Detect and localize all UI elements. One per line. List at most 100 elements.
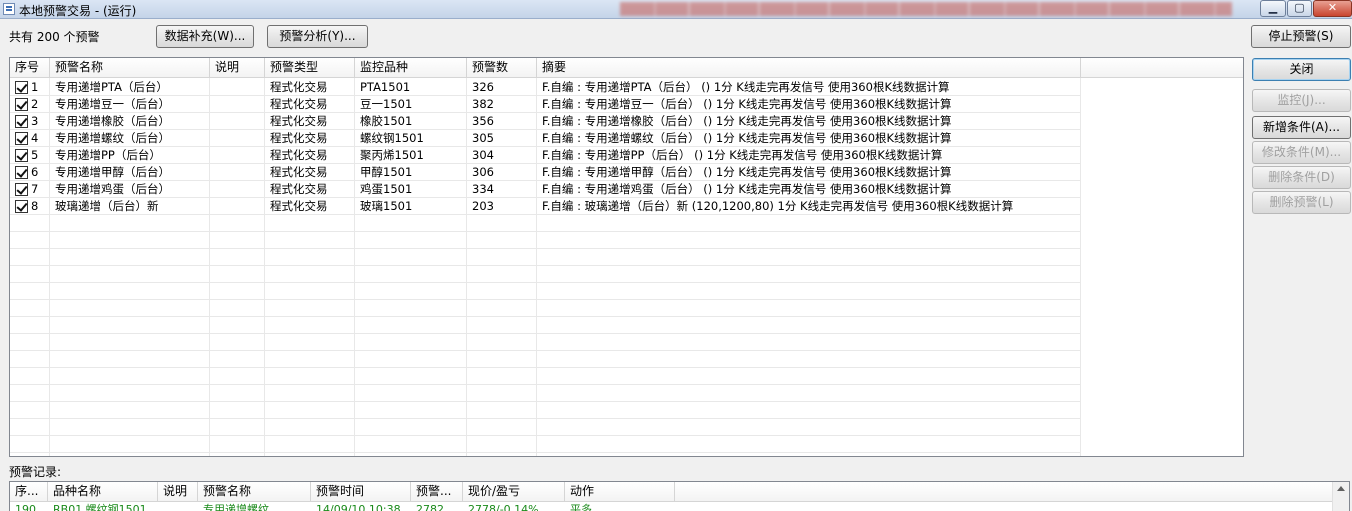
grid-line [10,248,1080,249]
row-checkbox[interactable] [15,166,28,179]
row-checkbox[interactable] [15,183,28,196]
grid-line [10,350,1080,351]
monitor-button[interactable]: 监控(J)... [1252,89,1351,112]
row-type: 程式化交易 [270,182,328,196]
maximize-button[interactable]: ▢ [1287,0,1312,17]
row-name: 专用递增螺纹（后台） [55,131,170,145]
col-seq[interactable]: 序号 [10,58,50,78]
table-row[interactable]: 1 专用递增PTA（后台） 程式化交易 PTA1501 326 F.自编 : 专… [10,79,1080,96]
grid-line [10,367,1080,368]
row-note [210,96,265,113]
row-summary: F.自编 : 专用递增橡胶（后台） () 1分 K线走完再发信号 使用360根K… [542,114,952,128]
close-window-button[interactable]: ✕ [1313,0,1352,17]
alert-table-header: 序号 预警名称 说明 预警类型 监控品种 预警数 摘要 [10,58,1243,78]
edit-condition-button[interactable]: 修改条件(M)... [1252,141,1351,164]
add-condition-button[interactable]: 新增条件(A)... [1252,116,1351,139]
log-time: 14/09/10 10:38 [316,503,401,511]
row-summary: F.自编 : 专用递增PTA（后台） () 1分 K线走完再发信号 使用360根… [542,80,950,94]
delete-condition-button[interactable]: 删除条件(D) [1252,166,1351,189]
row-seq: 5 [31,148,39,162]
row-seq: 8 [31,199,39,213]
alert-table[interactable]: 序号 预警名称 说明 预警类型 监控品种 预警数 摘要 1 专用递增PTA（后台… [9,57,1244,457]
row-symbol: 甲醇1501 [360,165,413,179]
table-row[interactable]: 8 玻璃递增（后台）新 程式化交易 玻璃1501 203 F.自编 : 玻璃递增… [10,198,1080,215]
alert-analysis-button[interactable]: 预警分析(Y)... [267,25,368,48]
log-scrollbar[interactable] [1332,482,1349,511]
grid-line [10,316,1080,317]
log-name: 专用递增螺纹 [203,503,269,511]
scroll-up-arrow-icon[interactable] [1337,486,1345,491]
row-note [210,113,265,130]
log-col-symbol[interactable]: 品种名称 [48,482,158,502]
row-symbol: 橡胶1501 [360,114,413,128]
col-summary[interactable]: 摘要 [537,58,1081,78]
grid-line [10,384,1080,385]
row-summary: F.自编 : 专用递增豆一（后台） () 1分 K线走完再发信号 使用360根K… [542,97,952,111]
row-note [210,130,265,147]
table-row[interactable]: 2 专用递增豆一（后台） 程式化交易 豆一1501 382 F.自编 : 专用递… [10,96,1080,113]
window-title: 本地预警交易 - (运行) [19,4,137,18]
minimize-button[interactable]: ▁ [1260,0,1286,17]
table-row[interactable]: 5 专用递增PP（后台） 程式化交易 聚丙烯1501 304 F.自编 : 专用… [10,147,1080,164]
row-summary: F.自编 : 专用递增PP（后台） () 1分 K线走完再发信号 使用360根K… [542,148,943,162]
log-col-seq[interactable]: 序... [10,482,48,502]
log-price: 2778/-0.14% [468,503,539,511]
row-count: 304 [472,148,494,162]
row-name: 专用递增PP（后台） [55,148,161,162]
grid-line [10,231,1080,232]
table-row[interactable]: 4 专用递增螺纹（后台） 程式化交易 螺纹钢1501 305 F.自编 : 专用… [10,130,1080,147]
title-bar: 本地预警交易 - (运行) ▁ ▢ ✕ [0,0,1352,19]
delete-alert-button[interactable]: 删除预警(L) [1252,191,1351,214]
row-symbol: 豆一1501 [360,97,413,111]
log-col-note[interactable]: 说明 [158,482,198,502]
row-checkbox[interactable] [15,98,28,111]
alert-log-header: 序... 品种名称 说明 预警名称 预警时间 预警... 现价/盈亏 动作 [10,482,1349,502]
alert-count-label: 共有 200 个预警 [9,30,100,44]
row-name: 专用递增甲醇（后台） [55,165,170,179]
log-col-action[interactable]: 动作 [565,482,675,502]
stop-alert-button[interactable]: 停止预警(S) [1251,25,1351,48]
log-col-price[interactable]: 现价/盈亏 [463,482,565,502]
row-type: 程式化交易 [270,97,328,111]
data-supplement-button[interactable]: 数据补充(W)... [156,25,254,48]
table-row[interactable]: 3 专用递增橡胶（后台） 程式化交易 橡胶1501 356 F.自编 : 专用递… [10,113,1080,130]
row-checkbox[interactable] [15,200,28,213]
row-summary: F.自编 : 专用递增鸡蛋（后台） () 1分 K线走完再发信号 使用360根K… [542,182,952,196]
table-row[interactable]: 6 专用递增甲醇（后台） 程式化交易 甲醇1501 306 F.自编 : 专用递… [10,164,1080,181]
grid-line [10,452,1080,453]
row-name: 专用递增PTA（后台） [55,80,168,94]
log-col-count[interactable]: 预警... [411,482,463,502]
col-note[interactable]: 说明 [210,58,265,78]
row-count: 326 [472,80,494,94]
app-icon [3,3,15,15]
log-seq: 190 [15,503,36,511]
row-name: 玻璃递增（后台）新 [55,199,159,213]
grid-line [10,333,1080,334]
row-symbol: 聚丙烯1501 [360,148,424,162]
row-checkbox[interactable] [15,115,28,128]
row-name: 专用递增橡胶（后台） [55,114,170,128]
row-checkbox[interactable] [15,149,28,162]
blurred-menu-bar [620,2,1232,16]
row-checkbox[interactable] [15,81,28,94]
col-name[interactable]: 预警名称 [50,58,210,78]
log-row[interactable]: 190 RB01 螺纹钢1501 专用递增螺纹 14/09/10 10:38 2… [10,503,710,511]
row-type: 程式化交易 [270,80,328,94]
row-seq: 3 [31,114,39,128]
close-button[interactable]: 关闭 [1252,58,1351,81]
table-row[interactable]: 7 专用递增鸡蛋（后台） 程式化交易 鸡蛋1501 334 F.自编 : 专用递… [10,181,1080,198]
row-count: 382 [472,97,494,111]
col-type[interactable]: 预警类型 [265,58,355,78]
row-seq: 2 [31,97,39,111]
row-checkbox[interactable] [15,132,28,145]
row-count: 306 [472,165,494,179]
log-col-name[interactable]: 预警名称 [198,482,311,502]
row-note [210,164,265,181]
grid-line [10,282,1080,283]
col-count[interactable]: 预警数 [467,58,537,78]
log-col-time[interactable]: 预警时间 [311,482,411,502]
col-symbol[interactable]: 监控品种 [355,58,467,78]
row-type: 程式化交易 [270,199,328,213]
alert-log-table[interactable]: 序... 品种名称 说明 预警名称 预警时间 预警... 现价/盈亏 动作 19… [9,481,1350,511]
row-seq: 1 [31,80,39,94]
